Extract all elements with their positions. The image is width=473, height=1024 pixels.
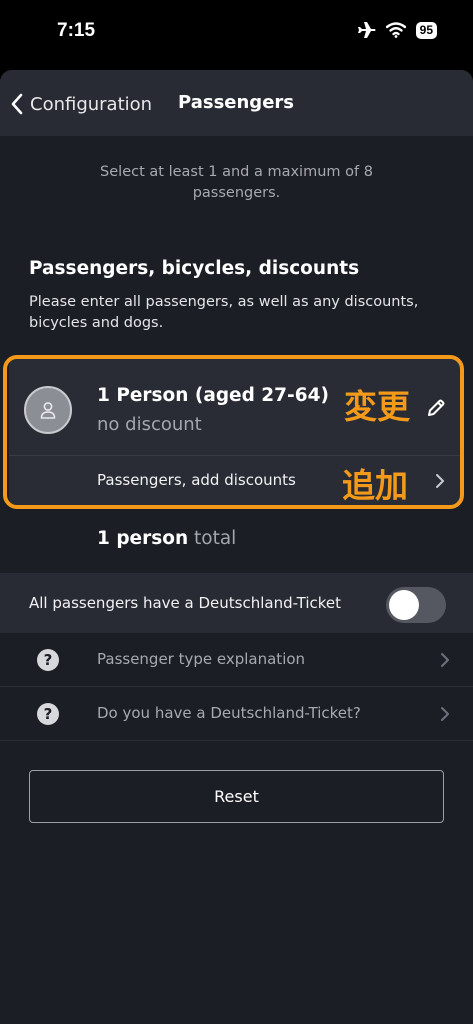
status-icons: 95 [356, 21, 437, 39]
chevron-right-icon [436, 474, 444, 488]
toggle-knob [389, 590, 419, 620]
status-bar: 7:15 95 [0, 0, 473, 66]
battery-indicator: 95 [415, 21, 437, 39]
info-row-deutschland-ticket[interactable]: ? Do you have a Deutschland-Ticket? [0, 688, 473, 741]
passenger-card: 1 Person (aged 27-64) no discount 変更 Pas… [9, 358, 463, 506]
back-label: Configuration [30, 93, 153, 115]
section-description: Please enter all passengers, as well as … [29, 294, 419, 331]
deutschland-ticket-label: All passengers have a Deutschland-Ticket [29, 594, 342, 612]
question-icon: ? [37, 649, 59, 671]
passenger-discount: no discount [97, 414, 202, 435]
airplane-icon [357, 22, 376, 38]
passengers-sheet: Configuration Passengers Select at least… [0, 70, 473, 1024]
chevron-right-icon [441, 707, 449, 721]
question-icon: ? [37, 703, 59, 725]
chevron-right-icon [441, 653, 449, 667]
passenger-total: 1 person total [97, 528, 236, 549]
reset-button[interactable]: Reset [29, 770, 444, 823]
total-unit: total [194, 528, 237, 549]
status-time: 7:15 [57, 20, 96, 41]
add-discounts-label: Passengers, add discounts [97, 471, 296, 489]
chevron-left-icon [11, 93, 23, 115]
annotation-change: 変更 [344, 387, 410, 426]
section-title: Passengers, bicycles, discounts [29, 258, 360, 279]
person-icon [40, 402, 56, 419]
info-row-label: Do you have a Deutschland-Ticket? [97, 704, 361, 722]
annotation-add: 追加 [342, 466, 408, 505]
add-discounts-row[interactable]: Passengers, add discounts 追加 [9, 456, 463, 506]
total-count: 1 person [97, 528, 189, 549]
wifi-icon [385, 22, 406, 38]
deutschland-ticket-row: All passengers have a Deutschland-Ticket [0, 573, 473, 633]
info-row-label: Passenger type explanation [97, 650, 306, 668]
passenger-limit-hint: Select at least 1 and a maximum of 8 pas… [100, 164, 373, 201]
pencil-icon [428, 399, 445, 416]
passenger-title: 1 Person (aged 27-64) [97, 385, 329, 406]
edit-passenger-button[interactable] [423, 395, 449, 421]
deutschland-ticket-toggle[interactable] [386, 587, 446, 623]
page-title: Passengers [178, 92, 294, 113]
info-row-passenger-type[interactable]: ? Passenger type explanation [0, 634, 473, 687]
avatar [24, 386, 72, 434]
nav-bar: Configuration Passengers [0, 70, 473, 136]
back-button[interactable]: Configuration [10, 90, 152, 118]
